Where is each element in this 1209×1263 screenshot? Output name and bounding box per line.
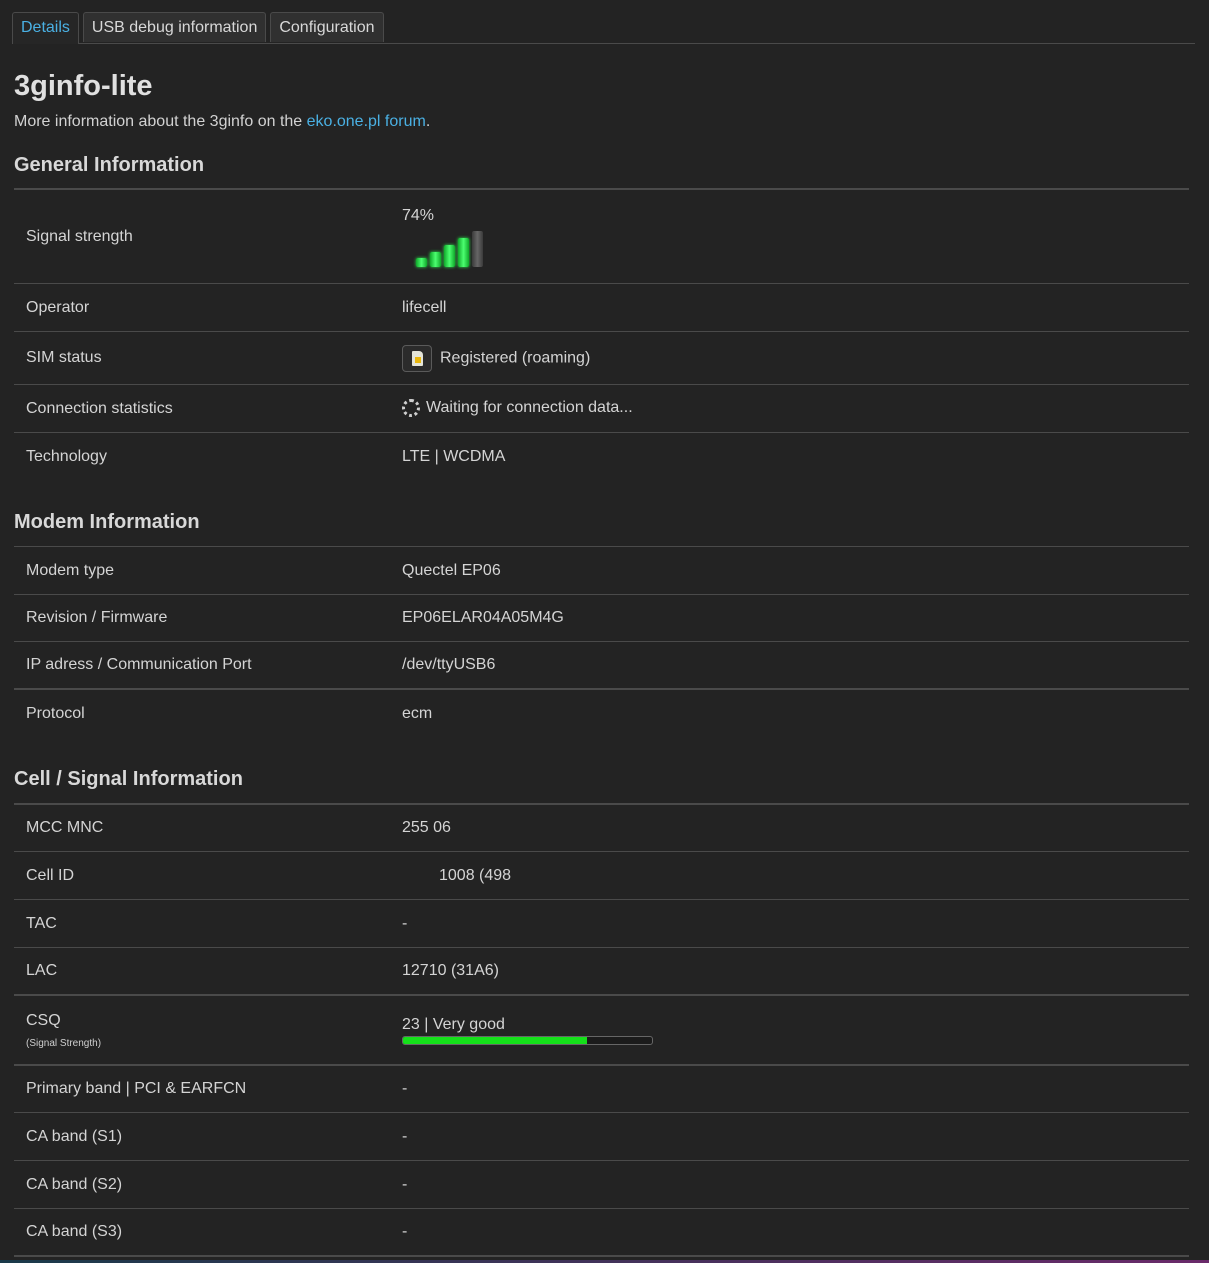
tac-label: TAC [26,914,57,932]
sim-status-text: Registered (roaming) [440,349,591,367]
csq-label-cell: CSQ (Signal Strength) [14,1012,402,1049]
signal-strength-label: Signal strength [26,227,133,245]
table-row: Connection statistics Waiting for connec… [14,385,1189,433]
general-info-table: Signal strength 74% Operator lifecell SI… [14,188,1189,481]
tab-configuration[interactable]: Configuration [270,12,384,42]
signal-bar [444,244,455,267]
ip-port-value: /dev/ttyUSB6 [402,656,496,673]
subtitle-text: More information about the 3ginfo on the [14,113,307,130]
subtitle-suffix: . [425,113,431,130]
table-row: TAC - [14,900,1189,948]
signal-bar [416,257,427,267]
signal-bars-icon [416,229,1189,267]
signal-strength-value: 74% [402,207,1189,267]
ca-band-s1-label: CA band (S1) [26,1127,123,1145]
connection-statistics-value: Waiting for connection data... [402,399,1189,418]
primary-band-value: - [402,1080,408,1097]
modem-type-label: Modem type [26,561,115,579]
protocol-label: Protocol [26,705,85,722]
modem-type-value: Quectel EP06 [402,561,501,579]
technology-value: LTE | WCDMA [402,448,506,465]
general-section-title: General Information [14,154,205,176]
csq-value: 23 | Very good [402,1016,1189,1045]
sim-status-value: Registered (roaming) [402,344,1189,372]
operator-value: lifecell [402,298,447,316]
cell-id-text: 1008 (498 [439,866,512,884]
cell-id-value: 1008 (498 [402,867,1189,885]
csq-sublabel: (Signal Strength) [26,1037,102,1049]
table-row: Operator lifecell [14,284,1189,332]
table-row: Revision / Firmware EP06ELAR04A05M4G [14,595,1189,642]
connection-status-text: Waiting for connection data... [426,399,633,417]
csq-progress-bar [402,1035,653,1045]
connection-statistics-label: Connection statistics [26,399,173,417]
tab-details[interactable]: Details [12,12,79,44]
sim-card-icon [402,344,432,372]
signal-bar [472,230,483,267]
cell-id-label: Cell ID [26,866,75,884]
page-subtitle: More information about the 3ginfo on the… [14,113,430,131]
ip-port-label: IP adress / Communication Port [26,656,252,673]
table-row: Primary band | PCI & EARFCN - [14,1066,1189,1113]
table-row: CA band (S2) - [14,1161,1189,1209]
ca-band-s2-value: - [402,1175,408,1193]
sim-status-label: SIM status [26,349,102,366]
ca-band-s2-label: CA band (S2) [26,1175,123,1193]
table-row: SIM status Registered (roaming) [14,332,1189,385]
cell-section-title: Cell / Signal Information [14,768,243,790]
technology-label: Technology [26,448,107,465]
table-row: IP adress / Communication Port /dev/ttyU… [14,642,1189,690]
primary-band-label: Primary band | PCI & EARFCN [26,1080,247,1097]
operator-label: Operator [26,298,90,316]
cell-info-table: MCC MNC 255 06 Cell ID 1008 (498 TAC - L… [14,803,1189,1257]
mcc-mnc-value: 255 06 [402,819,451,836]
tac-value: - [402,914,408,932]
table-row: Technology LTE | WCDMA [14,433,1189,481]
loading-spinner-icon [402,399,420,418]
table-row: Modem type Quectel EP06 [14,547,1189,595]
csq-label: CSQ [26,1011,61,1029]
table-row: CA band (S3) - [14,1209,1189,1257]
ca-band-s3-label: CA band (S3) [26,1223,123,1240]
table-row: Signal strength 74% [14,190,1189,284]
signal-percent: 74% [402,206,435,224]
signal-bar [430,251,441,267]
modem-section-title: Modem Information [14,511,200,533]
lac-value: 12710 (31A6) [402,962,499,979]
table-row: CSQ (Signal Strength) 23 | Very good [14,996,1189,1066]
signal-bar [458,237,469,267]
tab-usb-debug[interactable]: USB debug information [82,12,267,42]
revision-label: Revision / Firmware [26,609,168,626]
table-row: LAC 12710 (31A6) [14,948,1189,996]
table-row: CA band (S1) - [14,1113,1189,1161]
forum-link[interactable]: eko.one.pl forum [307,113,426,130]
page-title: 3ginfo-lite [14,70,153,102]
csq-text: 23 | Very good [402,1015,505,1033]
revision-value: EP06ELAR04A05M4G [402,609,564,626]
mcc-mnc-label: MCC MNC [26,819,104,836]
ca-band-s3-value: - [402,1223,408,1240]
table-row: Protocol ecm [14,690,1189,738]
lac-label: LAC [26,962,58,979]
table-row: MCC MNC 255 06 [14,805,1189,852]
ca-band-s1-value: - [402,1127,408,1145]
tab-bar: Details USB debug information Configurat… [12,12,1195,44]
table-row: Cell ID 1008 (498 [14,852,1189,900]
protocol-value: ecm [402,705,433,722]
csq-progress-fill [403,1036,588,1044]
modem-info-table: Modem type Quectel EP06 Revision / Firmw… [14,546,1189,738]
